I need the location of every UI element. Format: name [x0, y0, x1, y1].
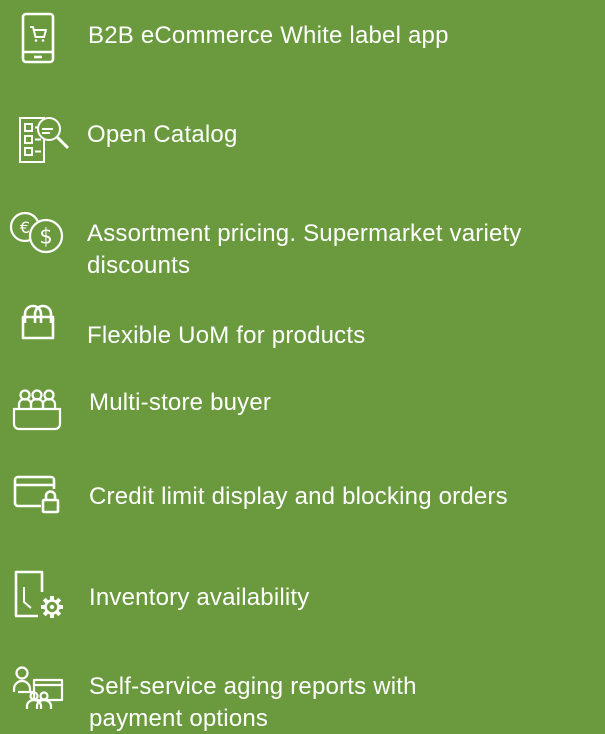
feature-label: Flexible UoM for products [87, 322, 366, 349]
aging-report-people-icon [12, 666, 66, 712]
feature-label: Credit limit display and blocking orders [89, 483, 508, 510]
feature-label: B2B eCommerce White label app [88, 22, 449, 49]
shopping-bag-icon [21, 304, 55, 340]
credit-lock-icon [13, 474, 61, 514]
feature-label-continued: discounts [87, 252, 191, 279]
feature-label: Inventory availability [89, 584, 310, 611]
svg-text:$: $ [39, 225, 52, 249]
feature-label: Self-service aging reports with [89, 673, 417, 700]
feature-label: Open Catalog [87, 121, 238, 148]
catalog-search-icon [17, 112, 71, 166]
feature-label: Assortment pricing. Supermarket variety [87, 220, 522, 247]
svg-text:€: € [20, 218, 30, 237]
inventory-gear-icon [12, 569, 64, 619]
mobile-cart-icon [21, 12, 55, 64]
feature-label-continued: payment options [89, 705, 269, 732]
multi-store-people-icon [11, 389, 63, 433]
currency-exchange-icon: € $ [8, 206, 66, 256]
feature-label: Multi-store buyer [89, 389, 272, 416]
